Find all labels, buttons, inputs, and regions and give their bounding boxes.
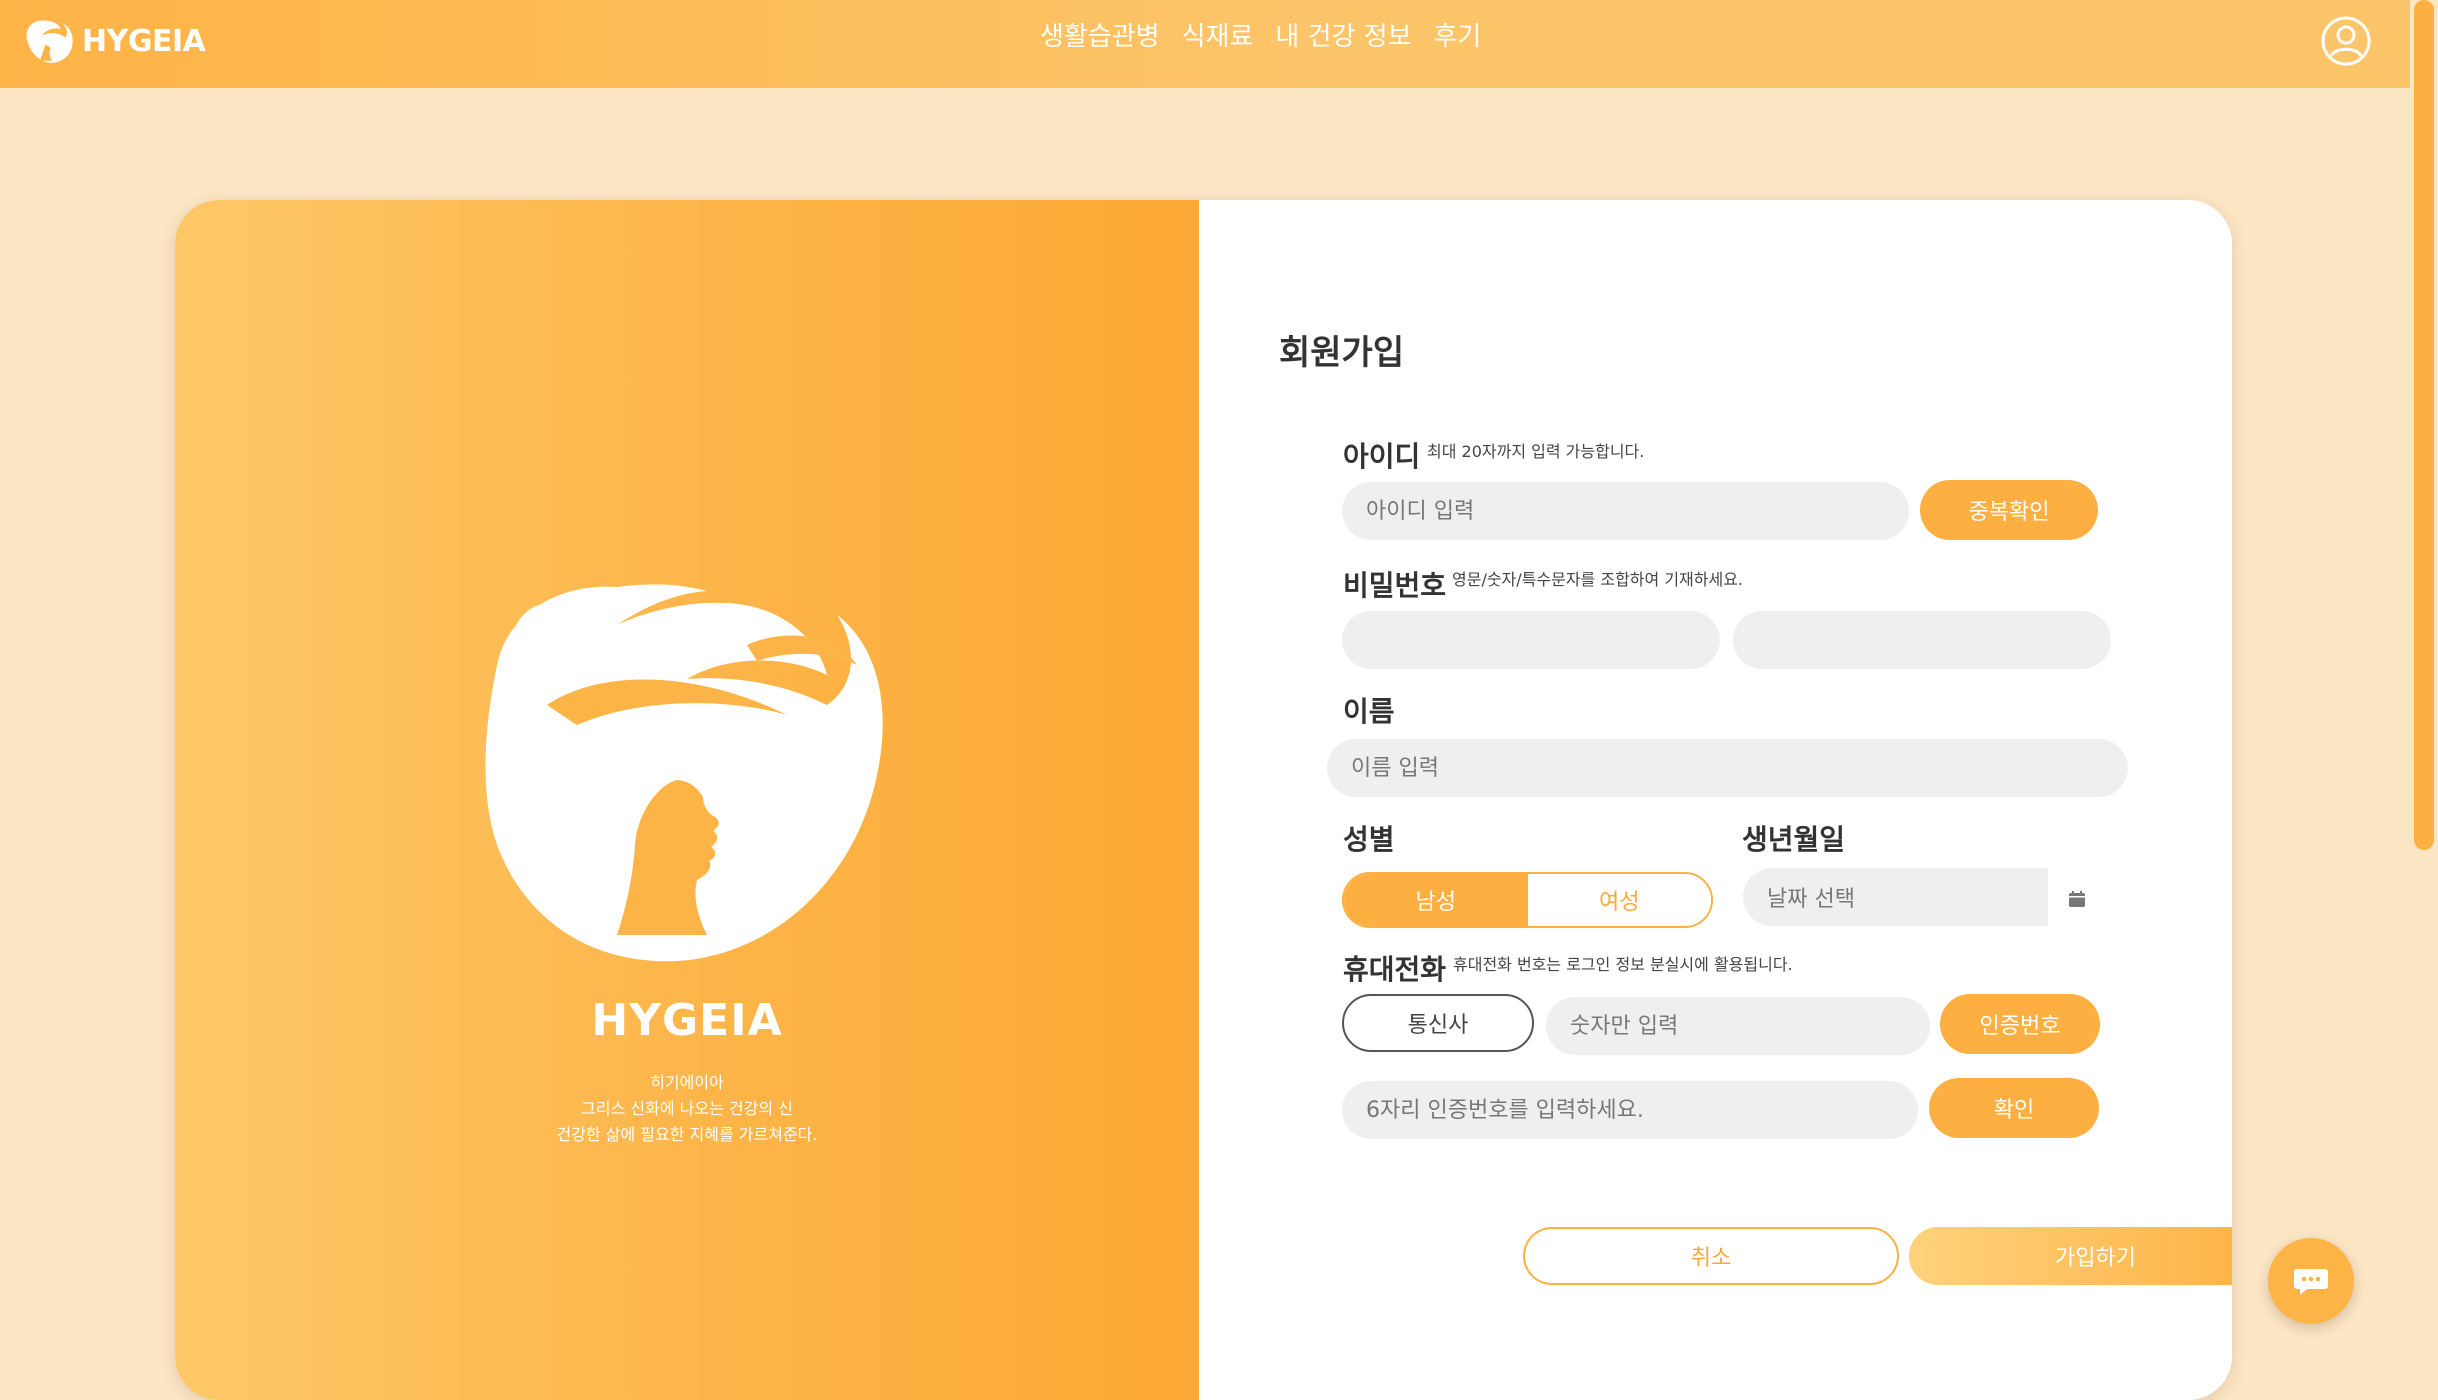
brand-panel: HYGEIA 히기에이아 그리스 신화에 나오는 건강의 신 건강한 삶에 필요… [175,200,1199,1400]
hero-desc-line: 히기에이아 [650,1073,724,1092]
hygeia-logo-icon [26,20,73,63]
password-confirm-input[interactable] [1733,611,2111,669]
gender-male-option[interactable]: 남성 [1344,874,1528,926]
phone-label: 휴대전화 [1343,953,1447,986]
top-navigation-bar: HYGEIA 생활습관병 식재료 내 건강 정보 후기 [0,0,2410,88]
nav-lifestyle-disease[interactable]: 생활습관병 [1040,16,1160,53]
gender-label: 성별 [1343,823,1395,856]
birthdate-label: 생년월일 [1742,823,1846,856]
chat-floating-button[interactable] [2268,1238,2354,1324]
id-label: 아이디 [1343,440,1421,473]
calendar-icon[interactable] [2068,890,2086,908]
hygeia-goddess-logo-icon [485,584,883,962]
brand-logo[interactable]: HYGEIA [22,14,206,68]
nav-reviews[interactable]: 후기 [1434,16,1482,53]
verify-code-button[interactable]: 확인 [1929,1078,2099,1138]
page-scrollbar-thumb[interactable] [2414,0,2434,850]
id-duplicate-check-button[interactable]: 중복확인 [1920,480,2098,540]
main-nav: 생활습관병 식재료 내 건강 정보 후기 [1040,16,1481,53]
nav-ingredients[interactable]: 식재료 [1182,16,1254,53]
page-title: 회원가입 [1279,333,1405,373]
signup-form-panel: 회원가입 아이디 최대 20자까지 입력 가능합니다. 중복확인 비밀번호 영문… [1199,200,2232,1400]
birthdate-placeholder: 날짜 선택 [1767,887,1855,912]
carrier-select[interactable]: 통신사 [1342,994,1534,1052]
hero-description: 히기에이아 그리스 신화에 나오는 건강의 신 건강한 삶에 필요한 지혜를 가… [175,1070,1199,1148]
chat-bubble-icon [2294,1269,2328,1295]
hero-desc-line: 그리스 신화에 나오는 건강의 신 [581,1099,793,1118]
nav-my-health[interactable]: 내 건강 정보 [1275,16,1411,53]
signup-card: HYGEIA 히기에이아 그리스 신화에 나오는 건강의 신 건강한 삶에 필요… [175,200,2232,1400]
hero-brand-name: HYGEIA [591,995,783,1046]
signup-submit-button[interactable]: 가입하기 [1909,1227,2232,1285]
send-code-button[interactable]: 인증번호 [1940,994,2100,1054]
birthdate-input[interactable]: 날짜 선택 [1743,868,2048,926]
password-label: 비밀번호 [1343,569,1447,602]
name-label: 이름 [1343,695,1395,728]
user-profile-icon[interactable] [2320,15,2372,67]
gender-toggle: 남성 여성 [1342,872,1713,928]
password-hint: 영문/숫자/특수문자를 조합하여 기재하세요. [1452,570,1743,589]
password-input[interactable] [1342,611,1720,669]
phone-hint: 휴대전화 번호는 로그인 정보 분실시에 활용됩니다. [1453,955,1793,974]
id-input[interactable] [1342,482,1909,540]
name-input[interactable] [1327,739,2128,797]
gender-female-option[interactable]: 여성 [1527,874,1711,926]
cancel-button[interactable]: 취소 [1523,1227,1899,1285]
phone-number-input[interactable] [1546,997,1930,1055]
brand-name: HYGEIA [82,23,206,59]
hero-desc-line: 건강한 삶에 필요한 지혜를 가르쳐준다. [556,1125,818,1144]
id-hint: 최대 20자까지 입력 가능합니다. [1427,442,1645,461]
verification-code-input[interactable] [1342,1081,1918,1139]
